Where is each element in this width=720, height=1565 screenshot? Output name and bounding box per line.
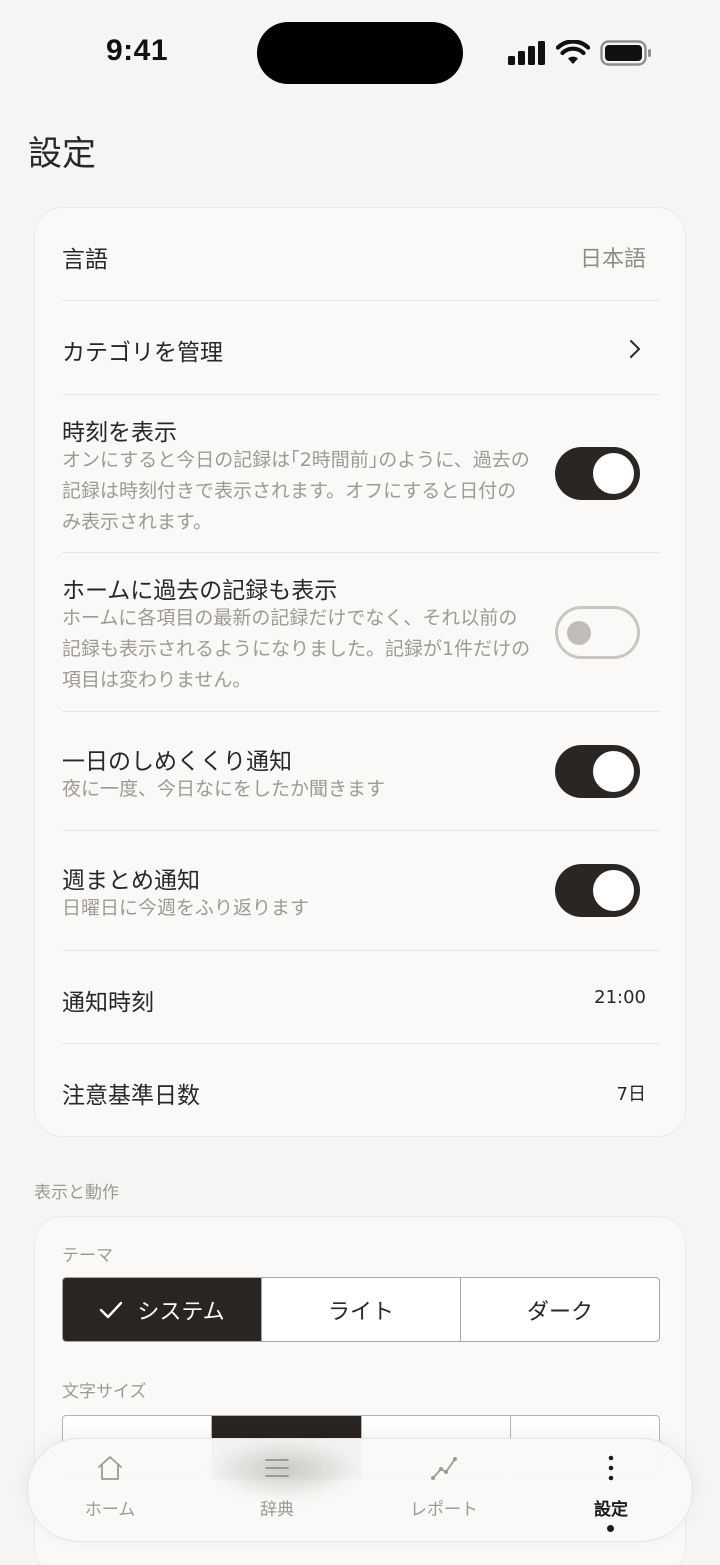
language-row[interactable]: 言語 日本語 <box>62 208 660 301</box>
weekly-notify-label: 週まとめ通知 <box>62 868 200 894</box>
status-bar: 9:41 <box>0 0 720 100</box>
alert-days-value: 7日 <box>616 1084 646 1105</box>
notify-time-row[interactable]: 通知時刻 21:00 <box>62 951 660 1044</box>
settings-screen: 9:41 設定 言語 日本語 カテゴリを管理 時刻を表示 オンにすると今日の記録… <box>0 0 720 1565</box>
page-title: 設定 <box>28 134 96 174</box>
language-value: 日本語 <box>579 247 646 272</box>
more-vertical-icon <box>608 1455 614 1481</box>
manage-categories-row[interactable]: カテゴリを管理 <box>62 301 660 395</box>
battery-icon <box>600 40 651 66</box>
show-past-row: ホームに過去の記録も表示 ホームに各項目の最新の記録だけでなく、それ以前の記録も… <box>62 553 660 712</box>
weekly-notify-toggle[interactable] <box>555 864 640 917</box>
dynamic-island <box>257 22 463 84</box>
home-icon <box>98 1456 122 1480</box>
tab-settings[interactable]: 設定 <box>556 1439 666 1543</box>
show-time-toggle[interactable] <box>555 447 640 500</box>
daily-notify-description: 夜に一度、今日なにをしたか聞きます <box>62 778 386 800</box>
text-size-label: 文字サイズ <box>62 1382 147 1402</box>
show-time-label: 時刻を表示 <box>62 420 177 446</box>
show-past-label: ホームに過去の記録も表示 <box>62 578 338 604</box>
chevron-right-icon <box>630 340 640 358</box>
theme-option-system[interactable]: システム <box>63 1278 262 1341</box>
daily-notify-label: 一日のしめくくり通知 <box>62 749 292 775</box>
tab-label: ホーム <box>84 1500 136 1520</box>
touch-highlight <box>210 1440 360 1500</box>
settings-card: 言語 日本語 カテゴリを管理 時刻を表示 オンにすると今日の記録は｢2時間前｣の… <box>34 207 686 1137</box>
status-time: 9:41 <box>106 34 169 67</box>
toggle-knob <box>593 751 634 792</box>
theme-option-label: ダーク <box>526 1299 593 1325</box>
tab-label: 設定 <box>594 1500 628 1520</box>
daily-notify-row: 一日のしめくくり通知 夜に一度、今日なにをしたか聞きます <box>62 712 660 831</box>
section-title-display: 表示と動作 <box>34 1183 119 1203</box>
notify-time-label: 通知時刻 <box>62 990 154 1016</box>
chart-line-icon <box>431 1457 457 1480</box>
show-time-description: オンにすると今日の記録は｢2時間前｣のように、過去の記録は時刻付きで表示されます… <box>62 449 530 533</box>
language-label: 言語 <box>62 247 108 273</box>
wifi-icon <box>556 40 590 64</box>
tab-report[interactable]: レポート <box>389 1439 499 1543</box>
theme-option-label: システム <box>137 1299 225 1325</box>
daily-notify-toggle[interactable] <box>555 745 640 798</box>
tab-home[interactable]: ホーム <box>55 1439 165 1543</box>
manage-categories-label: カテゴリを管理 <box>62 340 223 366</box>
tab-bar: ホーム 辞典 レポート 設定 <box>27 1438 693 1542</box>
theme-label: テーマ <box>62 1246 113 1266</box>
alert-days-label: 注意基準日数 <box>62 1083 200 1109</box>
show-past-description: ホームに各項目の最新の記録だけでなく、それ以前の記録も表示されるようになりました… <box>62 607 531 691</box>
toggle-knob <box>567 621 591 645</box>
weekly-notify-description: 日曜日に今週をふり返ります <box>62 897 310 919</box>
theme-option-light[interactable]: ライト <box>262 1278 461 1341</box>
notify-time-value: 21:00 <box>594 987 646 1008</box>
cellular-signal-icon <box>508 41 545 65</box>
status-icons <box>508 38 652 68</box>
weekly-notify-row: 週まとめ通知 日曜日に今週をふり返ります <box>62 831 660 951</box>
tab-label: レポート <box>410 1500 478 1520</box>
theme-option-dark[interactable]: ダーク <box>461 1278 659 1341</box>
check-icon <box>100 1301 123 1318</box>
alert-days-row[interactable]: 注意基準日数 7日 <box>62 1044 660 1137</box>
active-tab-indicator <box>607 1525 614 1532</box>
toggle-knob <box>593 453 634 494</box>
show-past-toggle[interactable] <box>555 606 640 659</box>
theme-option-label: ライト <box>327 1299 394 1325</box>
show-time-row: 時刻を表示 オンにすると今日の記録は｢2時間前｣のように、過去の記録は時刻付きで… <box>62 395 660 553</box>
toggle-knob <box>593 870 634 911</box>
theme-segmented-control: システム ライト ダーク <box>62 1277 660 1342</box>
